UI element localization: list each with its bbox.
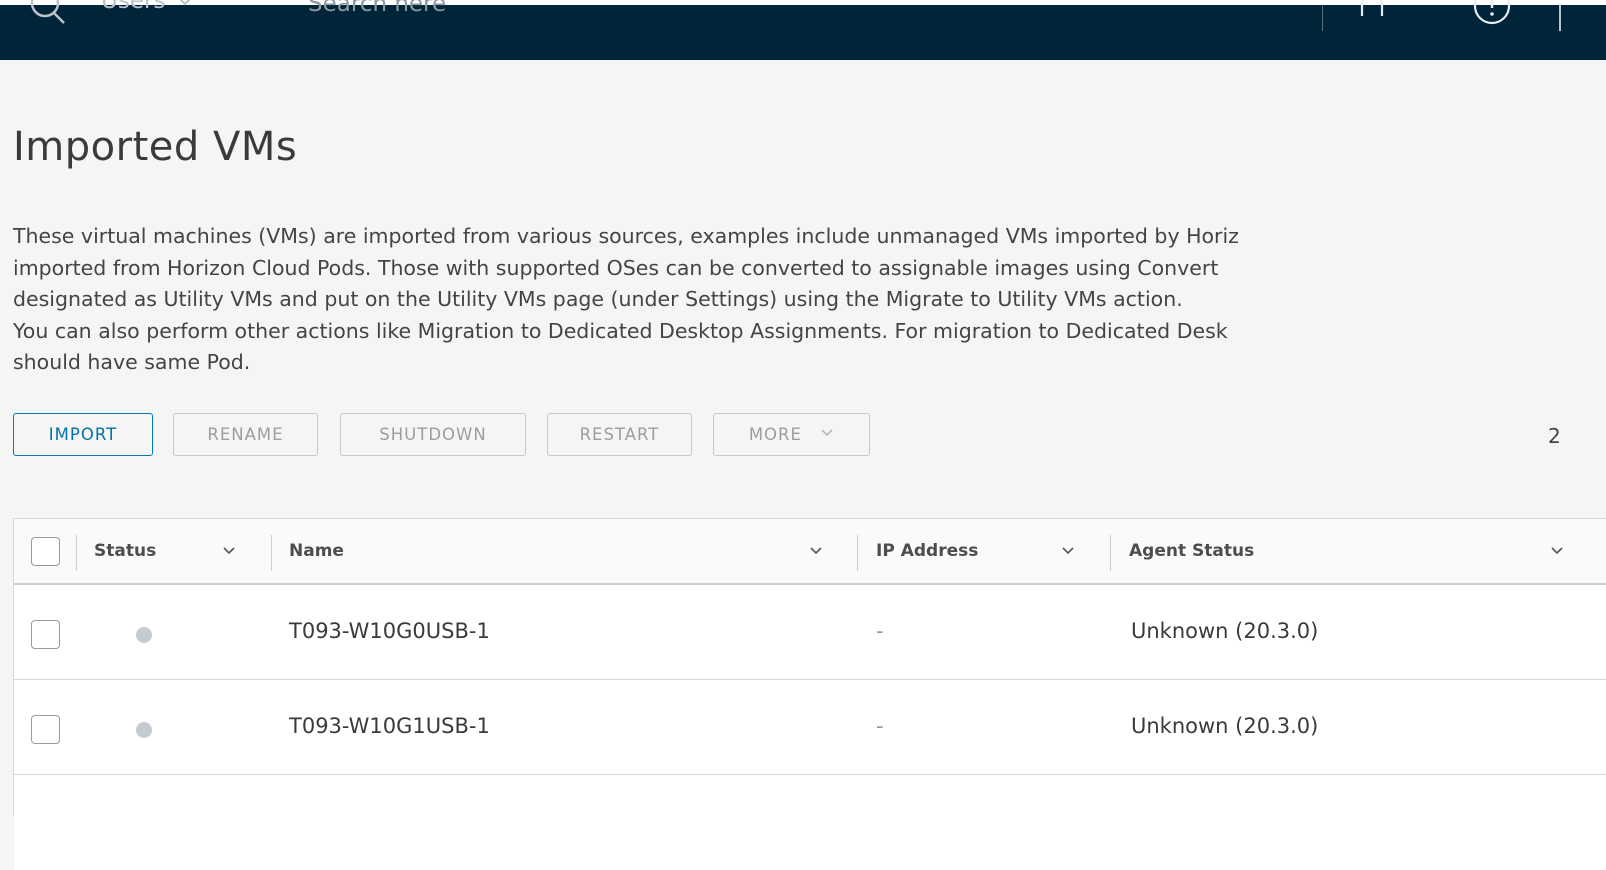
agent-status-cell: Unknown (20.3.0)	[1131, 619, 1319, 643]
header-right-divider	[1559, 5, 1561, 31]
table-row[interactable]	[14, 775, 1606, 870]
column-separator	[857, 535, 858, 571]
header-divider	[1322, 5, 1323, 31]
rename-button[interactable]: RENAME	[173, 413, 318, 456]
page-title: Imported VMs	[13, 124, 298, 170]
page-description: These virtual machines (VMs) are importe…	[13, 221, 1606, 379]
column-header-ip-address[interactable]: IP Address	[876, 541, 978, 561]
description-line: designated as Utility VMs and put on the…	[13, 287, 1183, 311]
vm-name-cell: T093-W10G0USB-1	[289, 619, 490, 643]
row-checkbox[interactable]	[31, 715, 60, 744]
search-input[interactable]	[308, 0, 708, 20]
shutdown-button[interactable]: SHUTDOWN	[340, 413, 526, 456]
column-separator	[271, 535, 272, 571]
chevron-down-icon	[180, 0, 191, 6]
agent-status-cell: Unknown (20.3.0)	[1131, 714, 1319, 738]
table-row[interactable]: T093-W10G1USB-1 - Unknown (20.3.0)	[14, 680, 1606, 775]
ip-address-cell: -	[876, 619, 884, 643]
chevron-down-icon[interactable]	[221, 542, 237, 558]
chevron-down-icon	[821, 429, 833, 437]
select-all-checkbox[interactable]	[31, 537, 60, 566]
description-line: should have same Pod.	[13, 350, 251, 374]
item-count: 2	[1548, 424, 1561, 448]
status-indicator	[136, 627, 152, 643]
more-button[interactable]: MORE	[713, 413, 870, 456]
description-line: These virtual machines (VMs) are importe…	[13, 224, 1239, 248]
column-header-agent-status[interactable]: Agent Status	[1129, 541, 1254, 561]
chevron-down-icon[interactable]	[808, 542, 824, 558]
datagrid-header: Status Name IP Address Agent Status	[14, 519, 1606, 585]
restart-button[interactable]: RESTART	[547, 413, 692, 456]
column-header-status[interactable]: Status	[94, 541, 156, 561]
column-separator	[1110, 535, 1111, 571]
bell-icon[interactable]	[1354, 0, 1390, 26]
import-button[interactable]: IMPORT	[13, 413, 153, 456]
chevron-down-icon[interactable]	[1549, 542, 1565, 558]
description-line: imported from Horizon Cloud Pods. Those …	[13, 255, 1219, 280]
top-header: Users	[0, 0, 1606, 60]
chevron-down-icon[interactable]	[1060, 542, 1076, 558]
search-icon[interactable]	[28, 0, 68, 26]
row-checkbox[interactable]	[31, 620, 60, 649]
vm-name-cell: T093-W10G1USB-1	[289, 714, 490, 738]
table-row[interactable]: T093-W10G0USB-1 - Unknown (20.3.0)	[14, 585, 1606, 680]
more-button-label: MORE	[748, 425, 802, 444]
search-scope-select[interactable]: Users	[101, 0, 193, 14]
description-line: You can also perform other actions like …	[13, 318, 1228, 343]
search-scope-label: Users	[101, 0, 166, 14]
status-indicator	[136, 722, 152, 738]
help-icon[interactable]	[1472, 0, 1512, 26]
column-header-name[interactable]: Name	[289, 541, 344, 561]
ip-address-cell: -	[876, 714, 884, 738]
vm-datagrid: Status Name IP Address Agent Status T093…	[13, 518, 1606, 870]
column-separator	[76, 535, 77, 571]
